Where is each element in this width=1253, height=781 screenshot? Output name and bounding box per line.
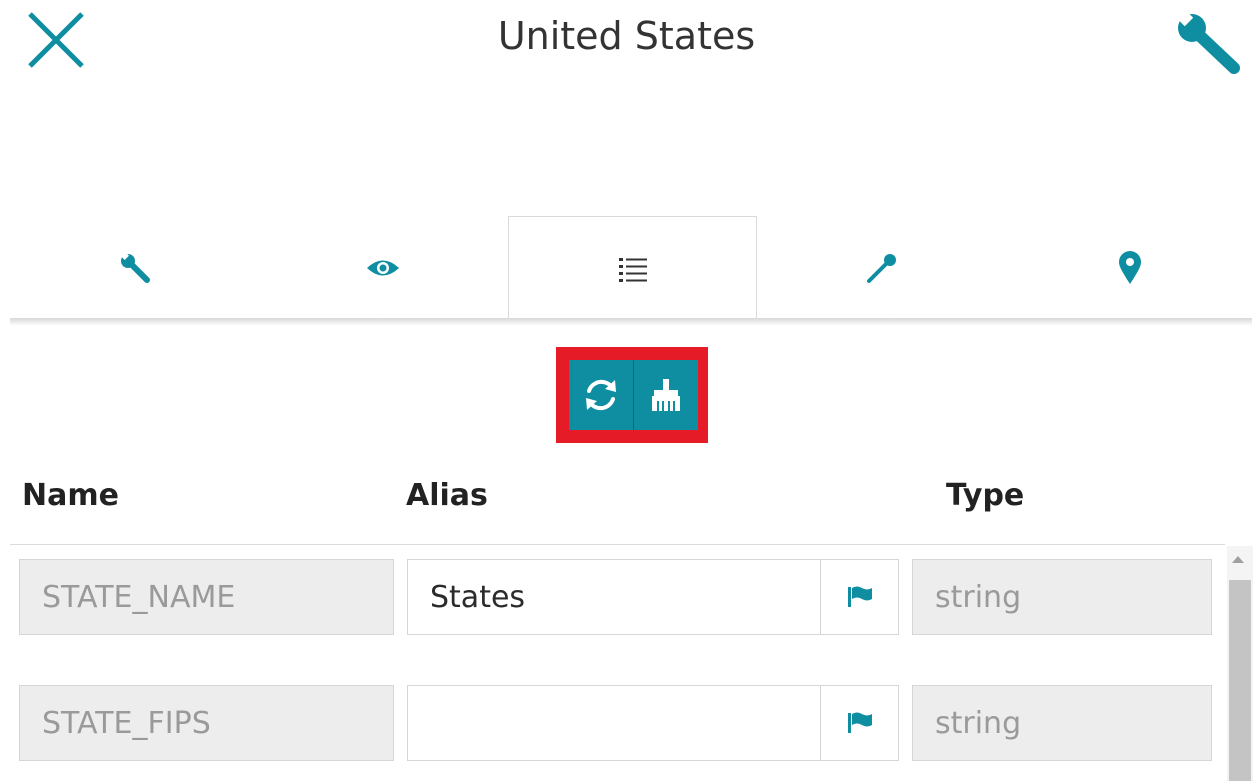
- field-type-input: string: [912, 685, 1212, 761]
- tab-bar: [10, 216, 1252, 320]
- page-title: United States: [497, 14, 756, 58]
- alias-flag-button[interactable]: [821, 559, 899, 635]
- field-alias-input[interactable]: States: [407, 559, 821, 635]
- column-header-type: Type: [946, 478, 1025, 513]
- column-header-alias: Alias: [406, 478, 488, 513]
- eyedropper-icon: [867, 254, 896, 283]
- tab-symbology[interactable]: [757, 216, 1007, 320]
- alias-flag-button[interactable]: [821, 685, 899, 761]
- tab-visibility[interactable]: [258, 216, 508, 320]
- refresh-icon: [586, 379, 616, 411]
- field-type-input: string: [912, 559, 1212, 635]
- tab-fields[interactable]: [508, 216, 757, 320]
- header-divider: [10, 544, 1225, 545]
- eye-icon: [367, 260, 399, 276]
- wrench-icon: [1174, 7, 1240, 74]
- refresh-button[interactable]: [569, 360, 633, 430]
- field-name-input: STATE_FIPS: [19, 685, 394, 761]
- tab-location[interactable]: [1007, 216, 1252, 320]
- scroll-up-arrow-icon[interactable]: [1232, 556, 1244, 563]
- column-header-name: Name: [22, 478, 119, 513]
- list-icon: [618, 257, 647, 282]
- broom-icon: [652, 379, 680, 411]
- field-alias-input[interactable]: [407, 685, 821, 761]
- flag-icon: [847, 712, 872, 733]
- flag-icon: [847, 586, 872, 607]
- scrollbar-thumb[interactable]: [1229, 580, 1251, 781]
- settings-button[interactable]: [1170, 7, 1240, 74]
- clear-button[interactable]: [634, 360, 698, 430]
- wrench-icon: [119, 251, 150, 283]
- field-name-input: STATE_NAME: [19, 559, 394, 635]
- tab-settings[interactable]: [10, 216, 258, 320]
- tab-bar-shadow: [10, 318, 1252, 326]
- map-marker-icon: [1118, 251, 1141, 284]
